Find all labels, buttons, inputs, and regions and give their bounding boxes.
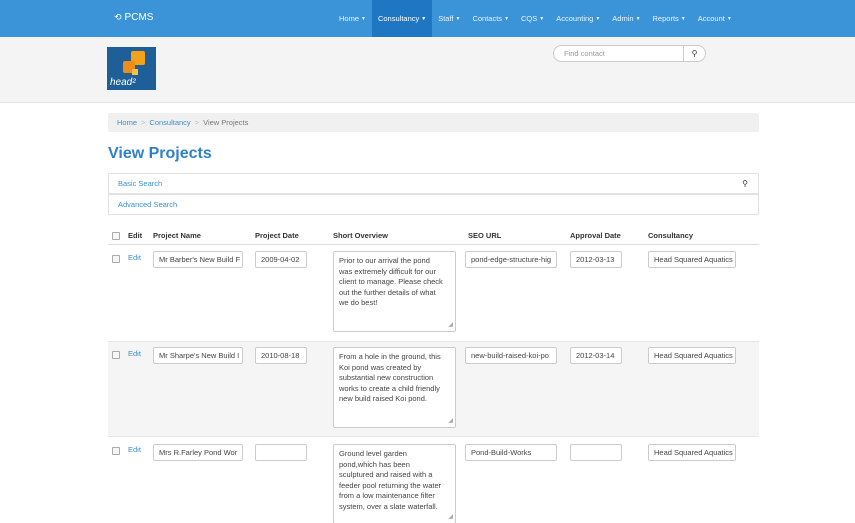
main-nav: Home ▼ Consultancy ▼ Staff ▼ Contacts ▼ CQS ▼… [333, 0, 738, 37]
select-all-checkbox[interactable] [112, 232, 120, 240]
row-checkbox[interactable] [112, 447, 120, 455]
short-overview-textarea[interactable]: From a hole in the ground, this Koi pond… [333, 347, 456, 428]
col-seo-url[interactable]: SEO URL [468, 231, 501, 240]
col-approval-date[interactable]: Approval Date [570, 231, 621, 240]
nav-home[interactable]: Home ▼ [333, 0, 372, 37]
nav-account[interactable]: Account ▼ [692, 0, 738, 37]
nav-staff[interactable]: Staff ▼ [432, 0, 466, 37]
advanced-search-link[interactable]: Advanced Search [118, 200, 177, 209]
search-icon: ⚲ [691, 49, 698, 58]
company-logo[interactable]: head² [107, 47, 156, 90]
row-checkbox[interactable] [112, 351, 120, 359]
seo-url-field[interactable]: Pond-Build-Works [465, 444, 557, 461]
edit-link[interactable]: Edit [128, 445, 141, 454]
approval-date-field[interactable]: 2012-03-14 [570, 347, 622, 364]
nav-contacts[interactable]: Contacts ▼ [466, 0, 515, 37]
nav-accounting[interactable]: Accounting ▼ [550, 0, 606, 37]
search-button[interactable]: ⚲ [683, 46, 705, 61]
breadcrumb-home[interactable]: Home [117, 118, 137, 127]
table-header: Edit Project Name Project Date Short Ove… [108, 227, 759, 245]
caret-down-icon: ▼ [421, 15, 427, 22]
nav-admin[interactable]: Admin ▼ [606, 0, 646, 37]
col-project-date[interactable]: Project Date [255, 231, 299, 240]
caret-down-icon: ▼ [680, 15, 686, 22]
breadcrumb-current: View Projects [203, 118, 249, 127]
caret-down-icon: ▼ [635, 15, 641, 22]
page-title: View Projects [108, 145, 212, 162]
brand[interactable]: ⟲ PCMS [114, 12, 153, 23]
brand-name: PCMS [124, 12, 154, 23]
top-navbar: ⟲ PCMS Home ▼ Consultancy ▼ Staff ▼ Contact… [0, 0, 855, 37]
project-name-field[interactable]: Mr Sharpe's New Build I [153, 347, 243, 364]
row-checkbox[interactable] [112, 255, 120, 263]
consultancy-field[interactable]: Head Squared Aquatics [648, 347, 736, 364]
short-overview-textarea[interactable]: Prior to our arrival the pond was extrem… [333, 251, 456, 332]
advanced-search-panel[interactable]: Advanced Search [108, 194, 759, 215]
nav-cqs[interactable]: CQS ▼ [515, 0, 550, 37]
caret-down-icon: ▼ [455, 15, 461, 22]
search-icon[interactable]: ⚲ [742, 174, 748, 193]
short-overview-textarea[interactable]: Ground level garden pond,which has been … [333, 444, 456, 523]
logo-text: head² [110, 77, 136, 88]
caret-down-icon: ▼ [539, 15, 545, 22]
edit-link[interactable]: Edit [128, 253, 141, 262]
caret-down-icon: ▼ [504, 15, 510, 22]
col-project-name[interactable]: Project Name [153, 231, 201, 240]
nav-consultancy[interactable]: Consultancy ▼ [371, 0, 433, 37]
find-contact-input[interactable] [554, 46, 684, 61]
consultancy-field[interactable]: Head Squared Aquatics [648, 444, 736, 461]
seo-url-field[interactable]: new-build-raised-koi-po [465, 347, 557, 364]
project-date-field[interactable] [255, 444, 307, 461]
consultancy-field[interactable]: Head Squared Aquatics [648, 251, 736, 268]
caret-down-icon: ▼ [595, 15, 601, 22]
approval-date-field[interactable]: 2012-03-13 [570, 251, 622, 268]
basic-search-link[interactable]: Basic Search [118, 179, 162, 188]
caret-down-icon: ▼ [726, 15, 732, 22]
contact-search: ⚲ [553, 45, 706, 62]
resize-grip-icon[interactable]: ◢ [448, 416, 453, 427]
resize-grip-icon[interactable]: ◢ [448, 512, 453, 523]
col-short-overview[interactable]: Short Overview [333, 231, 388, 240]
refresh-icon: ⟲ [114, 12, 122, 22]
table-row: Edit Mr Sharpe's New Build I 2010-08-18 … [108, 342, 759, 437]
breadcrumb: Home > Consultancy > View Projects [108, 113, 759, 132]
project-name-field[interactable]: Mr Barber's New Build F [153, 251, 243, 268]
project-date-field[interactable]: 2010-08-18 [255, 347, 307, 364]
seo-url-field[interactable]: pond-edge-structure-hig [465, 251, 557, 268]
basic-search-panel[interactable]: Basic Search ⚲ [108, 173, 759, 194]
table-row: Edit Mr Barber's New Build F 2009-04-02 … [108, 246, 759, 342]
approval-date-field[interactable] [570, 444, 622, 461]
project-name-field[interactable]: Mrs R.Farley Pond Wor [153, 444, 243, 461]
col-edit: Edit [128, 231, 143, 240]
caret-down-icon: ▼ [361, 15, 366, 22]
table-row: Edit Mrs R.Farley Pond Wor Ground level … [108, 437, 759, 523]
project-date-field[interactable]: 2009-04-02 [255, 251, 307, 268]
resize-grip-icon[interactable]: ◢ [448, 320, 453, 331]
breadcrumb-consultancy[interactable]: Consultancy [149, 118, 190, 127]
col-consultancy[interactable]: Consultancy [648, 231, 693, 240]
edit-link[interactable]: Edit [128, 349, 141, 358]
nav-reports[interactable]: Reports ▼ [647, 0, 692, 37]
